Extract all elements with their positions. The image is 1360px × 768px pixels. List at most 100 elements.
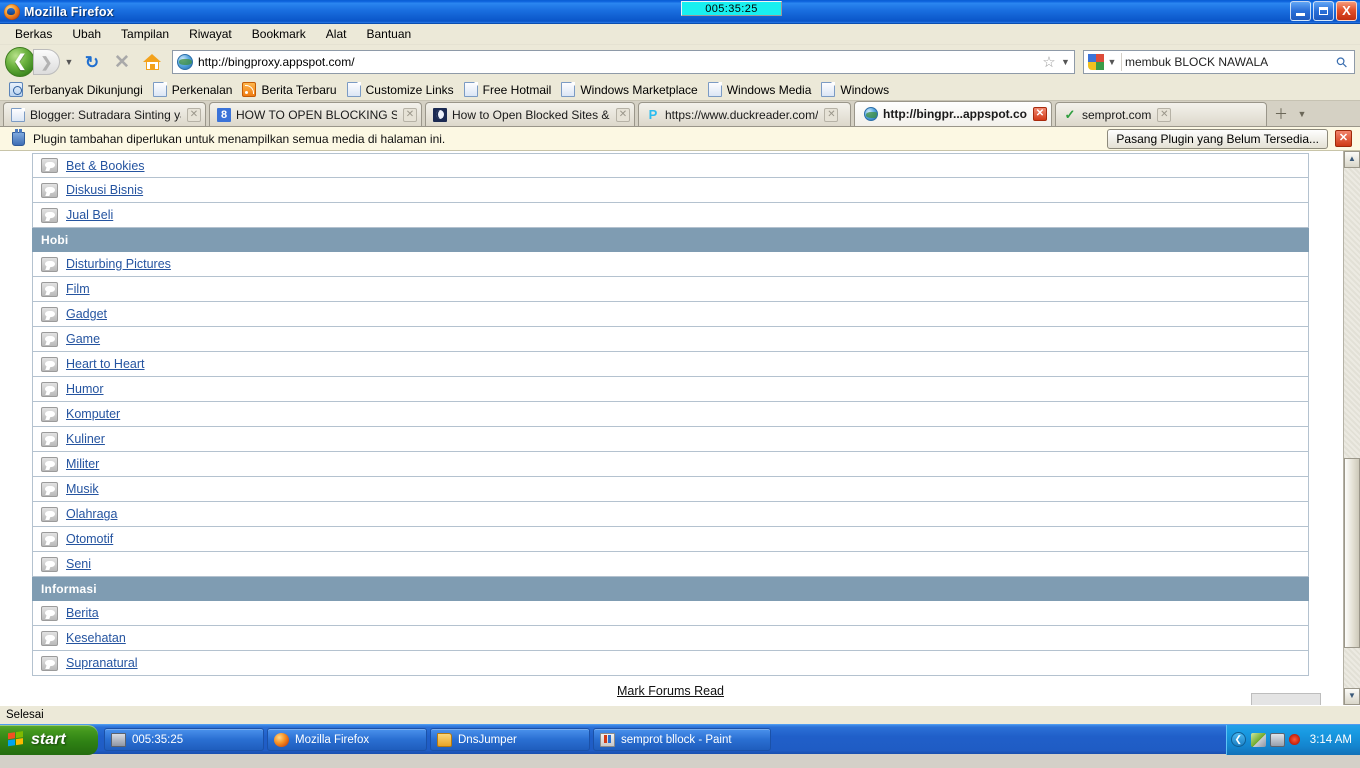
search-icon[interactable]: ⚲ [1329,49,1355,75]
search-engine-dropdown-icon[interactable]: ▼ [1106,57,1118,67]
taskbar-item-timer[interactable]: 005:35:25 [104,728,264,751]
forum-link[interactable]: Kesehatan [66,631,126,645]
forum-row[interactable]: Humor [32,377,1309,402]
close-button[interactable]: X [1336,1,1357,21]
forum-row[interactable]: Berita [32,601,1309,626]
tab-how-to-open-blocked-sites[interactable]: How to Open Blocked Sites & Un... ✕ [425,102,635,126]
forum-link[interactable]: Bet & Bookies [66,159,145,173]
forum-row[interactable]: Game [32,327,1309,352]
bookmark-customize-links[interactable]: Customize Links [344,81,460,98]
forum-row[interactable]: Seni [32,552,1309,577]
tab-close-icon[interactable]: ✕ [1157,107,1172,122]
search-bar[interactable]: ▼ membuk BLOCK NAWALA ⚲ [1083,50,1355,74]
bookmark-terbanyak-dikunjungi[interactable]: Terbanyak Dikunjungi [6,81,149,98]
menu-item-ubah[interactable]: Ubah [63,25,110,43]
forum-link[interactable]: Olahraga [66,507,117,521]
search-input[interactable]: membuk BLOCK NAWALA [1125,55,1332,69]
start-button[interactable]: start [0,724,98,755]
forum-row[interactable]: Supranatural [32,651,1309,676]
forum-link[interactable]: Seni [66,557,91,571]
tab-close-icon[interactable]: ✕ [1033,107,1047,121]
history-dropdown-button[interactable]: ▼ [62,57,76,67]
tab-blogger[interactable]: Blogger: Sutradara Sinting yang ... ✕ [3,102,206,126]
bookmark-star-icon[interactable]: ☆ [1039,55,1059,70]
tab-close-icon[interactable]: ✕ [824,107,839,122]
menu-item-alat[interactable]: Alat [317,25,356,43]
back-button[interactable]: ❮ [5,47,35,77]
taskbar-item-dnsjumper[interactable]: DnsJumper [430,728,590,751]
forum-link[interactable]: Humor [66,382,104,396]
forum-row[interactable]: Heart to Heart [32,352,1309,377]
bookmark-berita-terbaru[interactable]: Berita Terbaru [239,81,342,98]
menu-item-bantuan[interactable]: Bantuan [357,25,420,43]
tab-close-icon[interactable]: ✕ [187,107,201,122]
bookmark-perkenalan[interactable]: Perkenalan [150,81,239,98]
forum-link[interactable]: Heart to Heart [66,357,145,371]
scrollbar-thumb[interactable] [1344,458,1360,648]
tab-how-to-open-blocking-site[interactable]: 8 HOW TO OPEN BLOCKING SITE ... ✕ [209,102,422,126]
forum-row[interactable]: Komputer [32,402,1309,427]
forum-link[interactable]: Komputer [66,407,120,421]
menu-item-tampilan[interactable]: Tampilan [112,25,178,43]
vertical-scrollbar[interactable]: ▲ ▼ [1343,151,1360,705]
stop-button[interactable]: ✕ [108,48,136,76]
notification-close-icon[interactable]: ✕ [1335,130,1352,147]
forum-row[interactable]: Olahraga [32,502,1309,527]
forum-row[interactable]: Film [32,277,1309,302]
tab-duckreader[interactable]: P https://www.duckreader.com/ ✕ [638,102,851,126]
restore-button[interactable] [1313,1,1334,21]
bookmark-windows[interactable]: Windows [818,81,895,98]
forum-link[interactable]: Film [66,282,90,296]
menu-item-berkas[interactable]: Berkas [6,25,61,43]
forum-link[interactable]: Gadget [66,307,107,321]
tray-expand-icon[interactable]: ❮ [1230,732,1246,747]
forum-link[interactable]: Militer [66,457,99,471]
network-icon[interactable] [1250,732,1266,747]
forum-link[interactable]: Supranatural [66,656,138,670]
bookmark-windows-marketplace[interactable]: Windows Marketplace [558,81,703,98]
forward-button[interactable]: ❯ [33,49,60,75]
scrollbar-track[interactable] [1344,168,1360,688]
url-bar[interactable]: http://bingproxy.appspot.com/ ☆ ▼ [172,50,1075,74]
url-input[interactable]: http://bingproxy.appspot.com/ [198,55,1039,69]
forum-row[interactable]: Kesehatan [32,626,1309,651]
scroll-up-button[interactable]: ▲ [1344,151,1360,168]
forum-row[interactable]: Kuliner [32,427,1309,452]
forum-link[interactable]: Kuliner [66,432,105,446]
antivirus-icon[interactable] [1288,734,1300,745]
forum-link[interactable]: Game [66,332,100,346]
forum-row[interactable]: Diskusi Bisnis [32,178,1309,203]
clock[interactable]: 3:14 AM [1310,734,1352,746]
tab-close-icon[interactable]: ✕ [403,107,417,122]
bookmark-free-hotmail[interactable]: Free Hotmail [461,81,558,98]
forum-link[interactable]: Diskusi Bisnis [66,183,143,197]
monitor-icon[interactable] [1269,732,1285,747]
bookmark-windows-media[interactable]: Windows Media [705,81,818,98]
mark-forums-read-link[interactable]: Mark Forums Read [617,684,724,698]
scroll-down-button[interactable]: ▼ [1344,688,1360,705]
forum-row[interactable]: Otomotif [32,527,1309,552]
url-dropdown-icon[interactable]: ▼ [1059,57,1072,67]
forum-link[interactable]: Disturbing Pictures [66,257,171,271]
forum-row[interactable]: Gadget [32,302,1309,327]
tab-list-button[interactable]: ▼ [1292,102,1312,126]
forum-row[interactable]: Disturbing Pictures [32,252,1309,277]
forum-link[interactable]: Berita [66,606,99,620]
new-tab-button[interactable]: ＋ [1270,102,1292,126]
forum-row[interactable]: Bet & Bookies [32,153,1309,178]
tab-semprot[interactable]: ✓ semprot.com ✕ [1055,102,1267,126]
home-button[interactable] [138,48,166,76]
tab-bingproxy-appspot[interactable]: http://bingpr...appspot.com/ ✕ [854,101,1052,126]
menu-item-riwayat[interactable]: Riwayat [180,25,241,43]
forum-row[interactable]: Jual Beli [32,203,1309,228]
install-plugin-button[interactable]: Pasang Plugin yang Belum Tersedia... [1107,128,1328,149]
tab-close-icon[interactable]: ✕ [616,107,630,122]
taskbar-item-paint[interactable]: semprot bllock - Paint [593,728,771,751]
forum-link[interactable]: Otomotif [66,532,113,546]
forum-link[interactable]: Musik [66,482,99,496]
minimize-button[interactable] [1290,1,1311,21]
taskbar-item-firefox[interactable]: Mozilla Firefox [267,728,427,751]
forum-row[interactable]: Musik [32,477,1309,502]
forum-link[interactable]: Jual Beli [66,208,113,222]
forum-row[interactable]: Militer [32,452,1309,477]
